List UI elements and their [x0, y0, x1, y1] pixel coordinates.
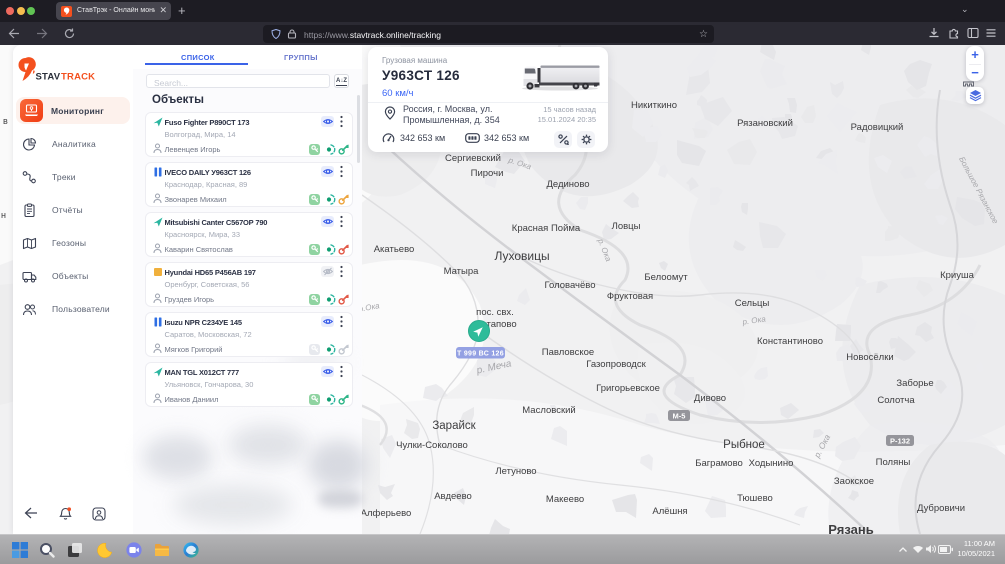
svg-text:Рязановский: Рязановский — [737, 118, 793, 129]
svg-text:Никиткино: Никиткино — [631, 100, 677, 111]
svg-text:Павловское: Павловское — [542, 347, 594, 358]
svg-text:Ловцы: Ловцы — [612, 221, 641, 232]
svg-text:Белоомут: Белоомут — [644, 272, 688, 283]
svg-text:Чулки-Соколово: Чулки-Соколово — [396, 440, 468, 451]
svg-text:Заборье: Заборье — [896, 378, 933, 389]
svg-text:TRACK: TRACK — [61, 72, 95, 83]
svg-text:Поляны: Поляны — [876, 457, 911, 468]
svg-text:Заокское: Заокское — [834, 476, 874, 487]
svg-text:Солотча: Солотча — [877, 395, 915, 406]
svg-text:Авдеево: Авдеево — [434, 491, 472, 502]
svg-text:Летуново: Летуново — [495, 466, 536, 477]
svg-text:Ходынино: Ходынино — [749, 458, 794, 469]
svg-text:Баграмово: Баграмово — [695, 458, 743, 469]
svg-text:Рыбное: Рыбное — [723, 439, 765, 451]
svg-text:Акатьево: Акатьево — [374, 244, 415, 255]
svg-text:Новосёлки: Новосёлки — [846, 352, 893, 363]
svg-text:Матыра: Матыра — [444, 266, 480, 277]
svg-text:Криуша: Криуша — [940, 270, 974, 281]
svg-text:Дивово: Дивово — [694, 393, 726, 404]
svg-text:Р-132: Р-132 — [890, 437, 910, 446]
svg-text:н: н — [1, 210, 6, 220]
svg-text:STAV: STAV — [36, 72, 61, 83]
svg-text:М-5: М-5 — [673, 412, 686, 421]
svg-text:Головачёво: Головачёво — [545, 280, 596, 291]
svg-text:Красная Пойма: Красная Пойма — [512, 223, 581, 234]
svg-text:Фруктовая: Фруктовая — [607, 291, 653, 302]
svg-text:Рязань: Рязань — [828, 522, 873, 534]
svg-text:Сергиевский: Сергиевский — [445, 153, 501, 164]
svg-text:Луховицы: Луховицы — [494, 249, 549, 263]
svg-text:Т 999 ВС 126: Т 999 ВС 126 — [457, 351, 504, 358]
svg-text:Дединово: Дединово — [546, 179, 589, 190]
svg-text:пос. свх.: пос. свх. — [476, 307, 514, 318]
svg-text:Масловский: Масловский — [522, 405, 575, 416]
svg-text:Зарайск: Зарайск — [432, 420, 476, 432]
svg-text:Макеево: Макеево — [546, 494, 584, 505]
svg-text:Алферьево: Алферьево — [361, 508, 412, 519]
svg-text:Радовицкий: Радовицкий — [851, 122, 904, 133]
svg-text:Пирочи: Пирочи — [471, 168, 504, 179]
svg-text:Григорьевское: Григорьевское — [596, 383, 660, 394]
svg-text:Газопроводск: Газопроводск — [586, 359, 646, 370]
svg-text:Тюшево: Тюшево — [737, 493, 773, 504]
svg-text:Алёшня: Алёшня — [652, 506, 687, 517]
svg-text:Дубровичи: Дубровичи — [917, 503, 965, 514]
svg-text:Сельцы: Сельцы — [735, 298, 770, 309]
svg-text:Константиново: Константиново — [757, 336, 823, 347]
svg-text:в: в — [3, 116, 8, 126]
